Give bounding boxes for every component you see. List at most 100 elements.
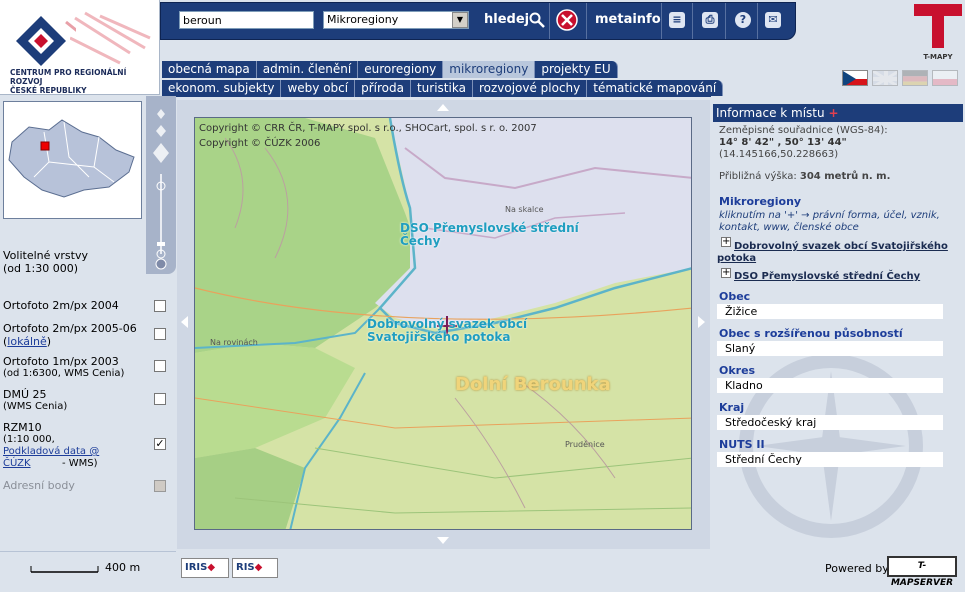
map-place-3: Na rovinách (210, 338, 258, 347)
tmapy-logo[interactable]: T-MAPY (912, 2, 964, 62)
layer-adresni-body-checkbox (154, 480, 166, 492)
okres-value: Kladno (717, 378, 943, 393)
logo-line2: ČESKÉ REPUBLIKY (10, 86, 87, 95)
tab-euroregiony[interactable]: euroregiony (358, 61, 444, 78)
layer-rzm10-checkbox[interactable]: ✓ (154, 438, 166, 450)
map-label-dso[interactable]: DSO Přemyslovské střední Čechy (400, 222, 579, 248)
map-label-dso-line2: Čechy (400, 234, 441, 248)
search-input[interactable] (179, 11, 314, 29)
print-icon[interactable]: ⎙ (702, 12, 718, 28)
tab-priroda[interactable]: příroda (355, 80, 411, 97)
layer-adresni-body-label: Adresní body (3, 479, 75, 492)
okres-label: Okres (719, 364, 756, 377)
map-label-dobrovolny[interactable]: Dobrovolný svazek obcí Svatojiřského pot… (367, 318, 527, 344)
search-button[interactable]: hledej (484, 12, 529, 27)
tab-admin-cleneni[interactable]: admin. členění (256, 61, 359, 78)
scale-bar-area: 400 m (0, 551, 176, 585)
legend-icon[interactable]: ≡ (669, 12, 685, 28)
map-copyright-1: Copyright © CRR ČR, T-MAPY spol. s r.o.,… (199, 123, 537, 134)
partner-logos: IRIS◆ RIS◆ (177, 551, 710, 585)
tab-projekty-eu[interactable]: projekty EU (535, 61, 618, 78)
micro-hint: kliknutím na '+' → právní forma, účel, v… (719, 210, 940, 233)
flag-en-icon[interactable] (872, 70, 898, 86)
orp-label: Obec s rozšířenou působností (719, 327, 903, 340)
coords-dec: (14.145166,50.228663) (719, 149, 839, 160)
flag-cz-icon[interactable] (842, 70, 868, 86)
layer-rzm10-label: RZM10 (3, 421, 42, 434)
iris-logo[interactable]: IRIS◆ (181, 558, 229, 578)
overview-map[interactable] (3, 101, 142, 219)
layers-title: Volitelné vrstvy (3, 249, 88, 262)
zoom-slider-handle[interactable] (157, 242, 165, 246)
tab-weby-obci[interactable]: weby obcí (281, 80, 356, 97)
flag-de-icon[interactable] (902, 70, 928, 86)
iris-label: IRIS (185, 562, 208, 573)
coords-dms: 14° 8' 42" , 50° 13' 44" (719, 137, 847, 148)
search-button-label: hledej (484, 12, 530, 27)
layer-rzm10-note2: - WMS) (62, 458, 98, 469)
altitude-label: Přibližná výška: (719, 171, 797, 182)
mail-icon[interactable]: ✉ (765, 12, 781, 28)
logo-text: CENTRUM PRO REGIONÁLNÍ ROZVOJ ČESKÉ REPU… (10, 68, 159, 95)
pan-east-icon[interactable] (698, 316, 705, 328)
micro-title: Mikroregiony (719, 195, 802, 208)
logo-decoration (70, 11, 151, 65)
tab-rozvojove-plochy[interactable]: rozvojové plochy (472, 80, 588, 97)
layer-ortofoto-2003-checkbox[interactable] (154, 360, 166, 372)
clear-icon[interactable] (556, 9, 578, 31)
map-label-region: Dolní Berounka (455, 374, 611, 395)
tab-ekonom-subjekty[interactable]: ekonom. subjekty (162, 80, 282, 97)
zoom-level-1[interactable] (157, 109, 165, 119)
nuts-label: NUTS II (719, 438, 765, 451)
tabs-row1: obecná mapa admin. členění euroregiony m… (162, 61, 618, 78)
pan-west-icon[interactable] (181, 316, 188, 328)
zoom-level-3[interactable] (153, 143, 169, 163)
tabs-row2: ekonom. subjekty weby obcí příroda turis… (162, 80, 724, 97)
layer-dmu25-checkbox[interactable] (154, 393, 166, 405)
metainfo-button[interactable]: metainfo (595, 12, 661, 27)
search-icon[interactable] (529, 12, 545, 28)
select-value: Mikroregiony (327, 13, 399, 26)
ris-logo[interactable]: RIS◆ (232, 558, 278, 578)
layer-ortofoto-2003-label: Ortofoto 1m/px 2003 (3, 355, 119, 368)
coords-label: Zeměpisné souřadnice (WGS-84): (719, 125, 888, 136)
pan-south-icon[interactable] (437, 537, 449, 544)
tab-tematicke-mapovani[interactable]: tématické mapování (587, 80, 724, 97)
micro-item-1[interactable]: Dobrovolný svazek obcí Svatojiřského pot… (717, 241, 957, 265)
expand-micro-2-icon[interactable]: + (721, 268, 731, 278)
tab-obecna-mapa[interactable]: obecná mapa (162, 61, 257, 78)
obec-label: Obec (719, 290, 751, 303)
zoom-level-2[interactable] (156, 125, 166, 137)
logo-line1: CENTRUM PRO REGIONÁLNÍ ROZVOJ (10, 68, 127, 86)
altitude-row: Přibližná výška: 304 metrů n. m. (719, 171, 890, 183)
tmapy-logo-mark (914, 4, 962, 48)
layer-ortofoto-2004-checkbox[interactable] (154, 300, 166, 312)
layer-ortofoto-2004-label: Ortofoto 2m/px 2004 (3, 299, 119, 312)
search-type-select[interactable]: Mikroregiony (323, 11, 469, 29)
flag-pl-icon[interactable] (932, 70, 958, 86)
info-header-title: Informace k místu (716, 106, 825, 120)
tmapserver-label: T-MAPSERVER (890, 561, 954, 588)
layer-dmu25-note: (WMS Cenia) (3, 401, 68, 412)
czech-republic-map (8, 119, 135, 198)
micro-item-2[interactable]: DSO Přemyslovské střední Čechy (734, 271, 920, 283)
tab-mikroregiony[interactable]: mikroregiony (443, 61, 536, 78)
obec-value: Žižice (717, 304, 943, 319)
tmapy-label: T-MAPY (923, 53, 953, 61)
zoom-plus-icon[interactable] (155, 258, 167, 270)
powered-by-label: Powered by (825, 562, 889, 575)
zoom-control (146, 96, 176, 274)
tab-turistika[interactable]: turistika (410, 80, 473, 97)
tmapserver-logo[interactable]: T-MAPSERVER (887, 556, 957, 588)
crr-logo[interactable]: CENTRUM PRO REGIONÁLNÍ ROZVOJ ČESKÉ REPU… (0, 0, 160, 95)
crr-logo-mark (16, 16, 76, 66)
kraj-label: Kraj (719, 401, 745, 414)
local-link[interactable]: lokálně (7, 335, 47, 348)
chevron-down-icon[interactable]: ▼ (452, 12, 468, 28)
right-panel (711, 96, 965, 549)
help-icon[interactable]: ? (735, 12, 751, 28)
powered-by-area: Powered by T-MAPSERVER (711, 551, 965, 588)
map-view[interactable]: Copyright © CRR ČR, T-MAPY spol. s r.o.,… (194, 117, 692, 530)
pan-north-icon[interactable] (437, 104, 449, 111)
layer-ortofoto-2005-checkbox[interactable] (154, 328, 166, 340)
